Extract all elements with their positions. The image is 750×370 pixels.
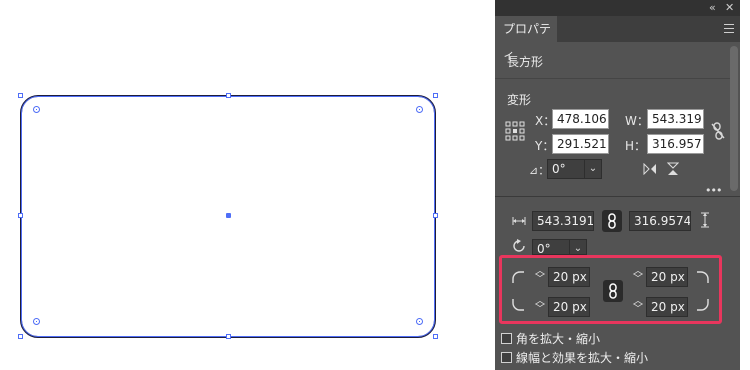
h-label: H： [625,139,647,153]
scale-strokes-checkbox[interactable] [501,352,512,363]
w-field[interactable]: 543.319 [647,109,704,129]
artboard[interactable] [0,0,490,370]
link-icon [608,213,616,229]
tab-row: プロパティ [495,16,740,62]
link-dimensions-button[interactable] [602,210,622,232]
corner-widget-top-right[interactable] [416,106,423,113]
handle-top-right[interactable] [433,93,438,98]
rect-width-field[interactable]: 543.3191 [532,211,594,231]
rect-height-field[interactable]: 316.9574 [629,211,691,231]
tab-properties[interactable]: プロパティ [495,16,557,62]
panel-menu-icon[interactable] [724,24,734,36]
corner-widget-top-left[interactable] [33,106,40,113]
w-label: W： [625,114,649,128]
flip-horizontal-icon[interactable] [643,163,657,175]
scale-corners-label: 角を拡大・縮小 [516,332,601,346]
chevron-down-icon[interactable]: ⌄ [569,240,586,254]
highlight-frame [499,255,722,324]
scale-strokes-label: 線幅と効果を拡大・縮小 [516,351,649,365]
width-icon [512,217,526,225]
y-field[interactable]: 291.521 [552,134,609,154]
height-icon [701,212,709,228]
handle-middle-left[interactable] [18,213,23,218]
angle-value: 0° [552,162,566,176]
object-type-label: 長方形 [507,55,544,69]
rect-rotation-field[interactable]: 0° ⌄ [532,239,587,255]
divider [495,78,730,79]
x-field[interactable]: 478.106 [552,109,609,129]
handle-middle-right[interactable] [433,213,438,218]
corner-widget-bottom-left[interactable] [33,318,40,325]
rect-rotation-value: 0° [537,242,551,255]
handle-bottom-middle[interactable] [226,334,231,339]
handle-top-middle[interactable] [226,93,231,98]
panel-titlebar: « ✕ [495,0,740,16]
chevron-down-icon[interactable]: ⌄ [584,160,601,178]
constrain-proportions-icon[interactable] [711,122,725,140]
panel-scrollbar[interactable] [730,46,738,191]
handle-bottom-right[interactable] [433,334,438,339]
handle-bottom-left[interactable] [18,334,23,339]
flip-vertical-icon[interactable] [667,162,679,176]
close-icon[interactable]: ✕ [725,1,734,14]
corner-widget-bottom-right[interactable] [416,318,423,325]
h-field[interactable]: 316.957 [647,134,704,154]
rotate-icon [513,239,525,252]
transform-section-title: 変形 [507,93,532,107]
reference-point-icon[interactable] [505,121,525,141]
center-point [226,213,231,218]
collapse-icon[interactable]: « [709,1,716,14]
angle-field[interactable]: 0° ⌄ [547,159,602,179]
handle-top-left[interactable] [18,93,23,98]
scale-corners-checkbox[interactable] [501,333,512,344]
